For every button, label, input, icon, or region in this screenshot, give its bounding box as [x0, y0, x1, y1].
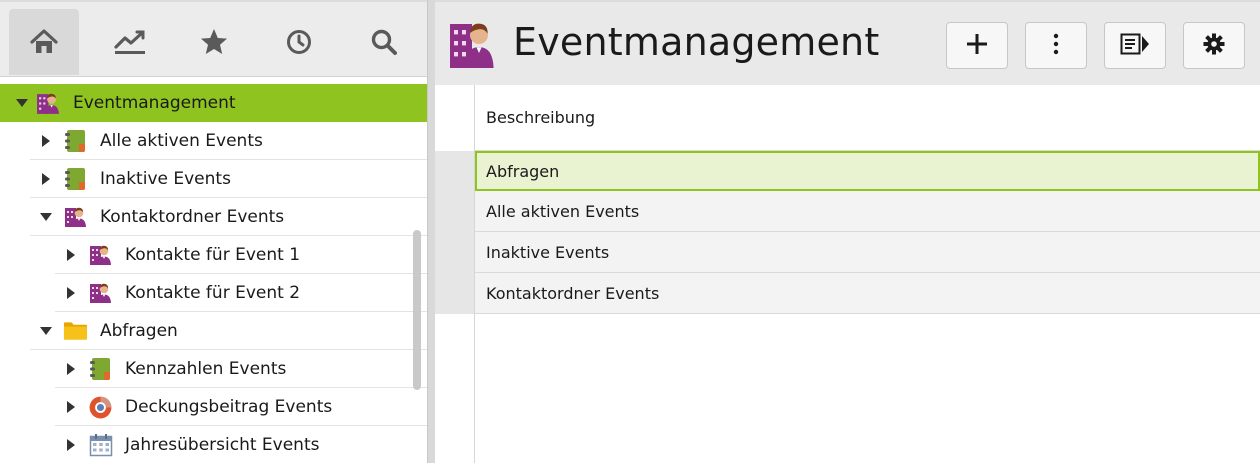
tree-item-kontakte-event-2[interactable]: Kontakte für Event 2 [0, 274, 427, 312]
expand-toggle-icon[interactable] [63, 361, 79, 377]
contact-folder-icon [88, 281, 113, 306]
table-cell[interactable]: Alle aktiven Events [475, 191, 1260, 232]
panel-arrow-icon [1120, 33, 1150, 59]
tree-item-deckungsbeitrag-events[interactable]: Deckungsbeitrag Events [0, 388, 427, 426]
contact-folder-icon [88, 243, 113, 268]
expand-toggle-icon[interactable] [63, 285, 79, 301]
clock-icon [285, 28, 313, 56]
expand-toggle-icon[interactable] [38, 323, 54, 339]
tree-item-label: Abfragen [100, 321, 178, 341]
expand-toggle-icon[interactable] [63, 247, 79, 263]
table-row[interactable]: Kontaktordner Events [435, 273, 1260, 314]
notebook-icon [63, 167, 88, 192]
settings-button[interactable] [1183, 22, 1245, 69]
more-button[interactable] [1025, 22, 1087, 69]
expand-toggle-icon[interactable] [38, 133, 54, 149]
tree-item-kontakte-event-1[interactable]: Kontakte für Event 1 [0, 236, 427, 274]
panel-splitter[interactable] [427, 0, 435, 463]
expand-toggle-icon[interactable] [38, 209, 54, 225]
tree-item-alle-aktiven-events[interactable]: Alle aktiven Events [0, 122, 427, 160]
table-cell[interactable]: Abfragen [475, 151, 1260, 191]
folder-icon [63, 319, 88, 344]
tab-home[interactable] [9, 9, 79, 75]
expand-toggle-icon[interactable] [38, 171, 54, 187]
sidebar-tab-bar [0, 0, 427, 77]
tree-item-label: Inaktive Events [100, 169, 231, 189]
home-icon [29, 27, 59, 57]
tree-item-kennzahlen-events[interactable]: Kennzahlen Events [0, 350, 427, 388]
expand-toggle-icon[interactable] [14, 95, 30, 111]
table-row[interactable]: Abfragen [435, 151, 1260, 191]
gear-icon [1203, 33, 1225, 59]
tree-item-label: Kontakte für Event 1 [125, 245, 301, 265]
column-header-beschreibung[interactable]: Beschreibung [475, 85, 1260, 151]
details-panel-button[interactable] [1104, 22, 1166, 69]
row-selector[interactable] [435, 151, 475, 191]
row-selector[interactable] [435, 191, 475, 232]
table-cell[interactable]: Inaktive Events [475, 232, 1260, 273]
table-row[interactable]: Alle aktiven Events [435, 191, 1260, 232]
tree-item-inaktive-events[interactable]: Inaktive Events [0, 160, 427, 198]
tree-item-eventmanagement[interactable]: Eventmanagement [0, 84, 427, 122]
table-cell[interactable]: Kontaktordner Events [475, 273, 1260, 314]
tab-favorites[interactable] [179, 9, 249, 75]
row-selector[interactable] [435, 273, 475, 314]
tree-item-label: Jahresübersicht Events [125, 435, 320, 455]
sidebar: Eventmanagement Alle aktiven Events Inak… [0, 0, 427, 463]
contact-folder-icon [36, 91, 61, 116]
navigation-tree: Eventmanagement Alle aktiven Events Inak… [0, 84, 427, 463]
tree-item-label: Eventmanagement [73, 93, 236, 113]
chart-trend-icon [112, 27, 148, 57]
tree-item-label: Deckungsbeitrag Events [125, 397, 333, 417]
notebook-icon [63, 129, 88, 154]
tree-item-label: Kennzahlen Events [125, 359, 287, 379]
tree-item-label: Kontaktordner Events [100, 207, 285, 227]
search-icon [370, 28, 398, 56]
row-selector[interactable] [435, 232, 475, 273]
tab-recent[interactable] [264, 9, 334, 75]
plus-icon [966, 33, 988, 59]
tree-item-label: Alle aktiven Events [100, 131, 263, 151]
tree-item-abfragen[interactable]: Abfragen [0, 312, 427, 350]
calendar-icon [88, 433, 113, 458]
tree-item-jahresuebersicht-events[interactable]: Jahresübersicht Events [0, 426, 427, 463]
tab-search[interactable] [349, 9, 419, 75]
notebook-icon [88, 357, 113, 382]
sidebar-scrollbar[interactable] [413, 230, 421, 390]
tab-trends[interactable] [95, 9, 165, 75]
donut-chart-icon [88, 395, 113, 420]
add-button[interactable] [946, 22, 1008, 69]
contact-folder-icon [448, 18, 496, 70]
main-header: Eventmanagement [435, 0, 1260, 85]
vertical-dots-icon [1053, 33, 1059, 59]
expand-toggle-icon[interactable] [63, 437, 79, 453]
tree-item-kontaktordner-events[interactable]: Kontaktordner Events [0, 198, 427, 236]
data-grid: Beschreibung Abfragen Alle aktiven Event… [435, 85, 1260, 463]
main-panel: Eventmanagement Beschreibung Abfragen Al… [435, 0, 1260, 463]
tree-item-label: Kontakte für Event 2 [125, 283, 301, 303]
contact-folder-icon [63, 205, 88, 230]
table-row[interactable]: Inaktive Events [435, 232, 1260, 273]
page-title: Eventmanagement [513, 20, 880, 64]
star-icon [199, 27, 229, 57]
expand-toggle-icon[interactable] [63, 399, 79, 415]
